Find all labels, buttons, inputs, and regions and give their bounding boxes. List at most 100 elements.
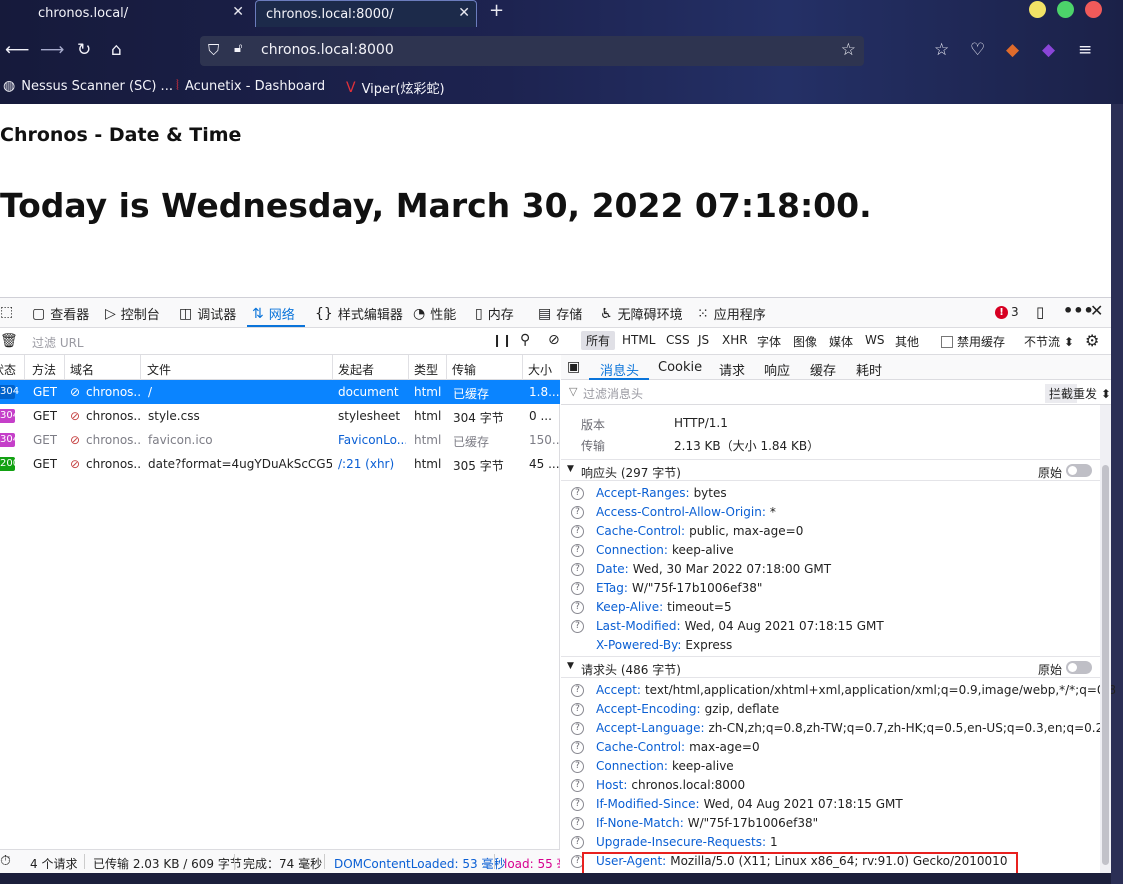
error-count[interactable]: ! 3 <box>995 305 1019 319</box>
filter-media[interactable]: 媒体 <box>829 333 853 350</box>
tab-response[interactable]: 响应 <box>764 360 790 379</box>
bookmark-viper[interactable]: V Viper(炫彩蛇) <box>346 78 445 98</box>
maximize-button[interactable] <box>1057 1 1074 18</box>
dock-icon[interactable]: ▯ <box>1036 303 1044 321</box>
help-icon[interactable]: ? <box>571 684 584 697</box>
scrollbar-thumb[interactable] <box>1102 465 1109 865</box>
table-row[interactable]: 304 GET ⊘ chronos... / document html 已缓存… <box>0 380 560 404</box>
filter-images[interactable]: 图像 <box>793 333 817 350</box>
help-icon[interactable]: ? <box>571 487 584 500</box>
tab-debugger[interactable]: ◫ 调试器 <box>179 304 236 324</box>
col-transfer[interactable]: 传输 <box>452 361 476 378</box>
filter-other[interactable]: 其他 <box>895 333 919 350</box>
help-icon[interactable]: ? <box>571 563 584 576</box>
tab-console[interactable]: ▷ 控制台 <box>105 304 160 324</box>
tab-headers[interactable]: 消息头 <box>600 360 639 379</box>
help-icon[interactable]: ? <box>571 544 584 557</box>
close-icon[interactable]: ✕ <box>458 5 470 21</box>
tab-style-editor[interactable]: {} 样式编辑器 <box>315 304 403 324</box>
col-domain[interactable]: 域名 <box>70 361 94 378</box>
close-devtools-icon[interactable]: ✕ <box>1090 301 1103 320</box>
tab-cookies[interactable]: Cookie <box>658 360 702 375</box>
table-row[interactable]: 200 GET ⊘ chronos... date?format=4ugYDuA… <box>0 452 560 476</box>
new-tab-button[interactable]: + <box>489 0 504 21</box>
hamburger-menu-icon[interactable]: ≡ <box>1078 40 1092 60</box>
extension-fox-icon[interactable]: ◆ <box>1006 40 1019 60</box>
tab-chronos-local[interactable]: chronos.local/ ✕ <box>28 0 250 26</box>
table-row[interactable]: 304 GET ⊘ chronos... favicon.ico Favicon… <box>0 428 560 452</box>
tab-request[interactable]: 请求 <box>719 360 745 379</box>
window-close-button[interactable] <box>1085 1 1102 18</box>
gear-icon[interactable]: ⚙ <box>1085 331 1099 350</box>
col-method[interactable]: 方法 <box>32 361 56 378</box>
bookmark-star-icon[interactable]: ☆ <box>841 40 856 60</box>
disable-cache-checkbox[interactable]: 禁用缓存 <box>941 333 1005 350</box>
request-headers-section[interactable]: ▼ 请求头 (486 字节) 原始 <box>561 656 1100 678</box>
panel-scrollbar[interactable] <box>1100 405 1111 874</box>
raw-toggle[interactable] <box>1066 661 1092 674</box>
tab-performance[interactable]: ◔ 性能 <box>413 304 456 324</box>
tab-storage[interactable]: ▤ 存储 <box>538 304 582 324</box>
filter-ws[interactable]: WS <box>865 333 884 347</box>
cell-initiator[interactable]: FaviconLo... <box>338 433 406 447</box>
reload-icon[interactable]: ↻ <box>77 40 91 60</box>
help-icon[interactable]: ? <box>571 525 584 538</box>
cell-initiator[interactable]: /:21 (xhr) <box>338 457 406 471</box>
col-type[interactable]: 类型 <box>414 361 438 378</box>
close-icon[interactable]: ✕ <box>232 4 244 20</box>
help-icon[interactable]: ? <box>571 582 584 595</box>
home-icon[interactable]: ⌂ <box>111 40 122 60</box>
filter-fonts[interactable]: 字体 <box>757 333 781 350</box>
url-text[interactable]: chronos.local:8000 <box>261 42 394 58</box>
tab-cache[interactable]: 缓存 <box>810 360 836 379</box>
table-row[interactable]: 304 GET ⊘ chronos... style.css styleshee… <box>0 404 560 428</box>
url-bar[interactable]: ⛉ 🔓︎ chronos.local:8000 ☆ <box>200 36 864 66</box>
help-icon[interactable]: ? <box>571 722 584 735</box>
help-icon[interactable]: ? <box>571 741 584 754</box>
col-size[interactable]: 大小 <box>528 361 552 378</box>
pocket-icon[interactable]: ♡ <box>970 40 985 60</box>
filter-css[interactable]: CSS <box>666 333 690 347</box>
bookmark-nessus[interactable]: ◍ Nessus Scanner (SC) ... <box>3 78 173 94</box>
tab-network[interactable]: ⇅ 网络 <box>252 304 295 324</box>
block-icon[interactable]: ⊘ <box>548 332 560 348</box>
pause-icon[interactable]: ❙❙ <box>492 333 512 347</box>
sidebar-toggle-icon[interactable]: ▣ <box>567 359 580 375</box>
help-icon[interactable]: ? <box>571 620 584 633</box>
help-icon[interactable]: ? <box>571 506 584 519</box>
bookmark-acunetix[interactable]: ⦚ Acunetix - Dashboard <box>176 78 325 94</box>
throttle-select[interactable]: 不节流 ⬍ <box>1024 333 1074 350</box>
filter-js[interactable]: JS <box>698 333 709 347</box>
tab-memory[interactable]: ▯ 内存 <box>475 304 514 324</box>
raw-toggle[interactable] <box>1066 464 1092 477</box>
back-arrow-icon[interactable]: ⟵ <box>5 40 29 60</box>
help-icon[interactable]: ? <box>571 703 584 716</box>
trash-icon[interactable]: 🗑︎ <box>0 333 18 349</box>
col-file[interactable]: 文件 <box>147 361 171 378</box>
filter-headers-input[interactable]: 过滤消息头 <box>583 385 643 402</box>
save-to-pocket-icon[interactable]: ☆ <box>934 40 949 60</box>
help-icon[interactable]: ? <box>571 779 584 792</box>
col-initiator[interactable]: 发起者 <box>338 361 374 378</box>
tab-application[interactable]: ⁙ 应用程序 <box>697 304 766 324</box>
tab-chronos-local-8000[interactable]: chronos.local:8000/ ✕ <box>255 0 477 27</box>
filter-url-input[interactable]: 过滤 URL <box>32 334 84 351</box>
shield-icon[interactable]: ⛉ <box>208 41 219 59</box>
help-icon[interactable]: ? <box>571 601 584 614</box>
col-status[interactable]: 状态 <box>0 361 16 378</box>
help-icon[interactable]: ? <box>571 836 584 849</box>
tab-inspector[interactable]: ▢ 查看器 <box>32 304 89 324</box>
tab-accessibility[interactable]: ♿︎ 无障碍环境 <box>600 304 683 324</box>
filter-xhr[interactable]: XHR <box>722 333 748 347</box>
filter-all[interactable]: 所有 <box>581 331 616 350</box>
help-icon[interactable]: ? <box>571 817 584 830</box>
filter-html[interactable]: HTML <box>622 333 655 347</box>
help-icon[interactable]: ? <box>571 798 584 811</box>
help-icon[interactable]: ? <box>571 760 584 773</box>
forward-arrow-icon[interactable]: ⟶ <box>40 40 64 60</box>
lock-icon[interactable]: 🔓︎ <box>234 41 242 56</box>
resend-button[interactable]: 重发 ⬍ <box>1073 385 1111 402</box>
checkbox[interactable] <box>941 335 953 348</box>
search-icon[interactable]: ⚲ <box>520 332 530 348</box>
element-picker-icon[interactable]: ⬚ <box>0 304 13 320</box>
